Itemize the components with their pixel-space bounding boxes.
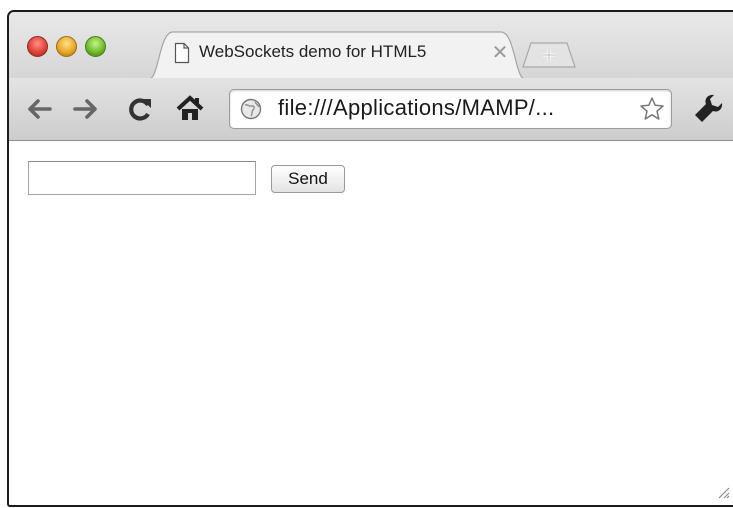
new-tab-button[interactable] xyxy=(519,40,579,68)
globe-icon xyxy=(240,98,262,120)
resize-grip-icon[interactable] xyxy=(714,483,730,499)
tab-strip: WebSockets demo for HTML5 ✕ xyxy=(9,12,733,79)
reload-icon[interactable] xyxy=(124,93,156,125)
back-arrow-icon[interactable] xyxy=(23,93,55,125)
message-input[interactable] xyxy=(28,161,256,195)
wrench-icon[interactable] xyxy=(692,92,726,126)
tab-title: WebSockets demo for HTML5 xyxy=(199,42,427,61)
home-icon[interactable] xyxy=(174,93,206,125)
page-content: Send xyxy=(9,141,733,505)
minimize-window-button[interactable] xyxy=(56,36,77,57)
close-icon[interactable]: ✕ xyxy=(490,39,510,67)
address-bar[interactable]: file:///Applications/MAMP/... xyxy=(229,89,672,129)
browser-window: WebSockets demo for HTML5 ✕ file:///Appl… xyxy=(7,10,733,507)
url-text[interactable]: file:///Applications/MAMP/... xyxy=(278,95,554,121)
send-button[interactable]: Send xyxy=(271,165,345,193)
page-icon xyxy=(174,42,190,64)
close-window-button[interactable] xyxy=(27,36,48,57)
tab-websockets-demo[interactable]: WebSockets demo for HTML5 ✕ xyxy=(149,30,529,79)
bookmark-star-icon[interactable] xyxy=(639,96,665,122)
zoom-window-button[interactable] xyxy=(85,36,106,57)
forward-arrow-icon[interactable] xyxy=(70,93,102,125)
browser-toolbar: file:///Applications/MAMP/... xyxy=(9,78,733,141)
